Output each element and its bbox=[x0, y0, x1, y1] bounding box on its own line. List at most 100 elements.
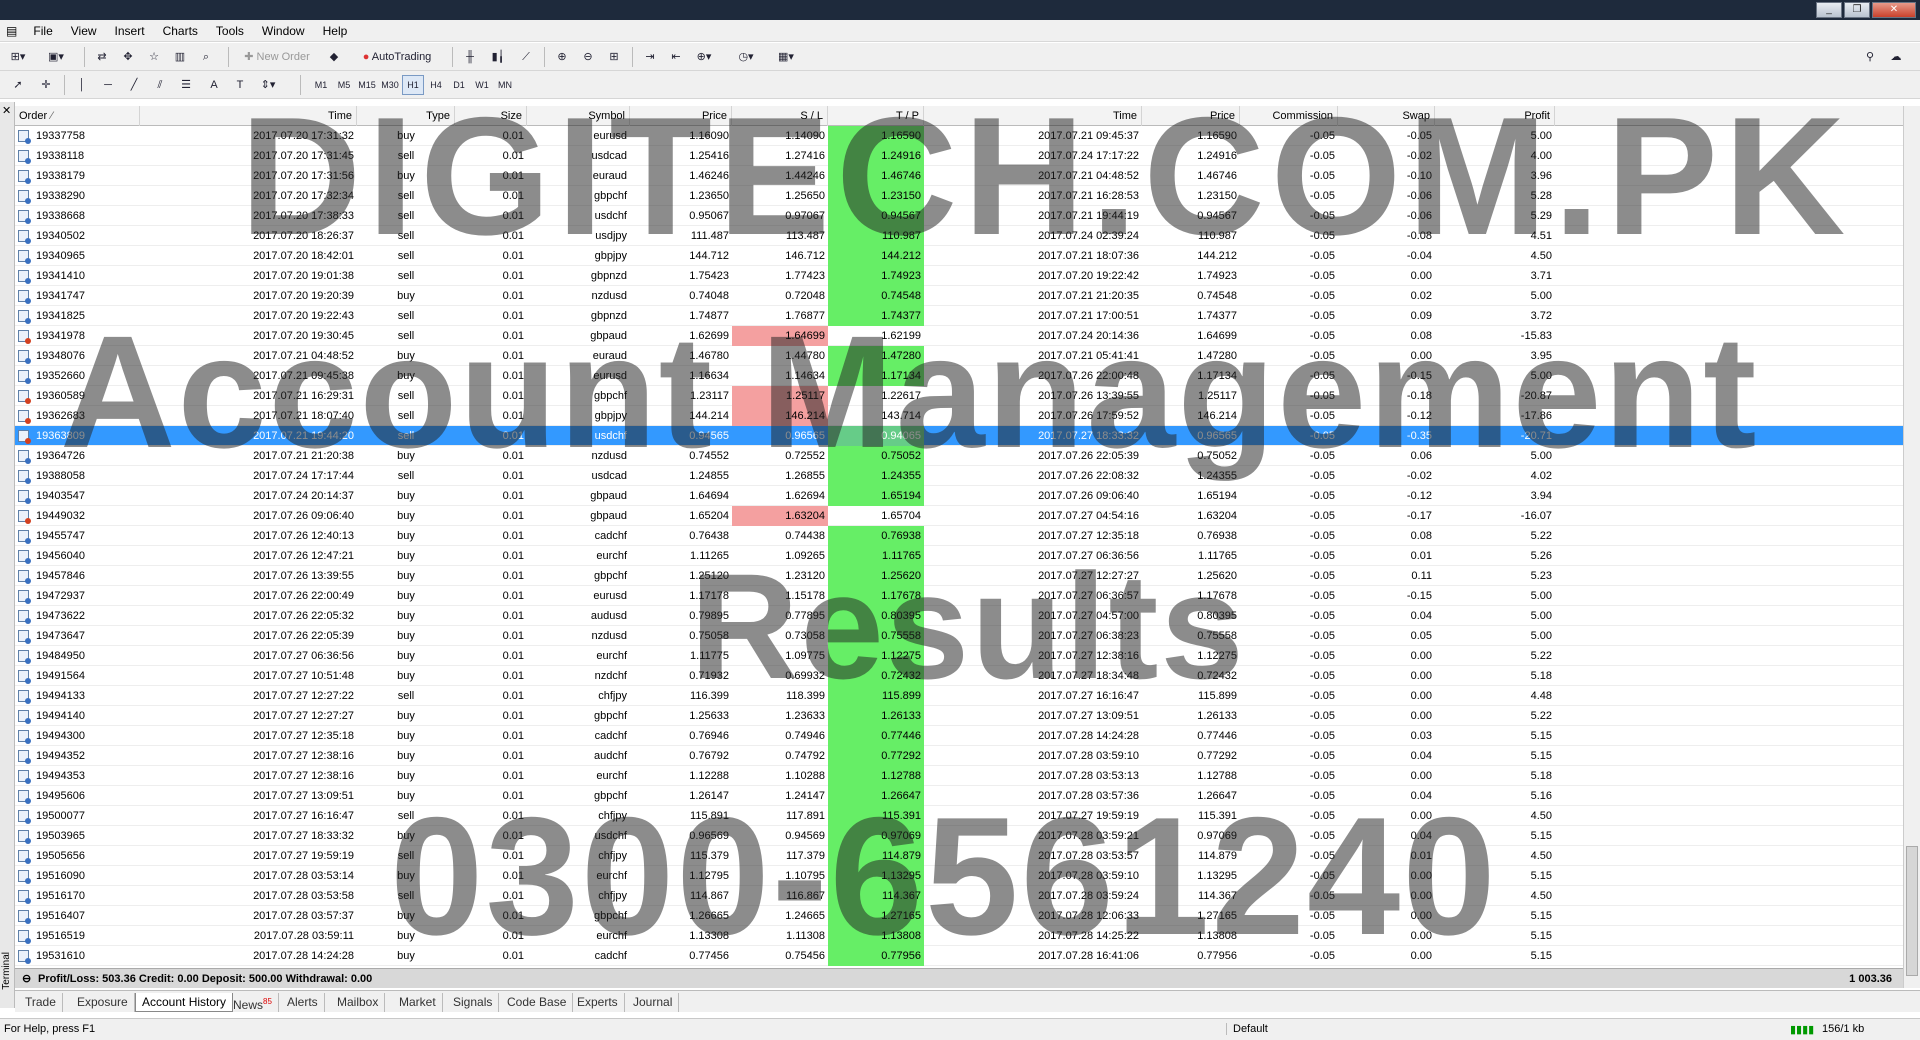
table-row[interactable]: 19494300 2017.07.27 12:35:18 buy 0.01 cadchf… bbox=[15, 726, 1903, 746]
table-row[interactable]: 19473622 2017.07.26 22:05:32 buy 0.01 audusd… bbox=[15, 606, 1903, 626]
tab-journal[interactable]: Journal bbox=[627, 993, 680, 1012]
table-row[interactable]: 19457846 2017.07.26 13:39:55 buy 0.01 gbpchf… bbox=[15, 566, 1903, 586]
tile-windows-icon[interactable]: ⊞ bbox=[604, 47, 624, 67]
table-row[interactable]: 19491564 2017.07.27 10:51:48 buy 0.01 nzdchf… bbox=[15, 666, 1903, 686]
scrollbar-thumb[interactable] bbox=[1906, 846, 1918, 976]
menu-file[interactable]: File bbox=[24, 20, 61, 42]
new-chart-icon[interactable]: ⊞▾ bbox=[8, 47, 28, 67]
vertical-scrollbar[interactable] bbox=[1903, 106, 1920, 988]
candlesticks-icon[interactable]: ▮╽ bbox=[488, 47, 508, 67]
table-row[interactable]: 19388058 2017.07.24 17:17:44 sell 0.01 usdca… bbox=[15, 466, 1903, 486]
menu-window[interactable]: Window bbox=[253, 20, 314, 42]
table-row[interactable]: 19500077 2017.07.27 16:16:47 sell 0.01 chfjp… bbox=[15, 806, 1903, 826]
search-icon[interactable]: ⚲ bbox=[1860, 47, 1880, 67]
timeframe-m30[interactable]: M30 bbox=[379, 75, 401, 95]
menu-charts[interactable]: Charts bbox=[154, 20, 207, 42]
fibonacci-icon[interactable]: ☰ bbox=[176, 75, 196, 95]
column-header-3[interactable]: Size bbox=[455, 106, 527, 126]
close-terminal-icon[interactable]: ✕ bbox=[2, 104, 11, 117]
table-row[interactable]: 19456040 2017.07.26 12:47:21 buy 0.01 eurchf… bbox=[15, 546, 1903, 566]
timeframe-w1[interactable]: W1 bbox=[471, 75, 493, 95]
timeframe-h4[interactable]: H4 bbox=[425, 75, 447, 95]
table-row[interactable]: 19341747 2017.07.20 19:20:39 buy 0.01 nzdusd… bbox=[15, 286, 1903, 306]
tab-signals[interactable]: Signals bbox=[447, 993, 500, 1012]
table-row[interactable]: 19340965 2017.07.20 18:42:01 sell 0.01 gbpjp… bbox=[15, 246, 1903, 266]
table-row[interactable]: 19341825 2017.07.20 19:22:43 sell 0.01 gbpnz… bbox=[15, 306, 1903, 326]
tab-experts[interactable]: Experts bbox=[571, 993, 625, 1012]
table-row[interactable]: 19494352 2017.07.27 12:38:16 buy 0.01 audchf… bbox=[15, 746, 1903, 766]
table-row[interactable]: 19484950 2017.07.27 06:36:56 buy 0.01 eurchf… bbox=[15, 646, 1903, 666]
timeframe-d1[interactable]: D1 bbox=[448, 75, 470, 95]
column-header-0[interactable]: Order bbox=[15, 106, 140, 126]
navigator-icon[interactable]: ☆ bbox=[144, 47, 164, 67]
table-row[interactable]: 19338668 2017.07.20 17:38:33 sell 0.01 usdch… bbox=[15, 206, 1903, 226]
table-row[interactable]: 19363809 2017.07.21 19:44:20 sell 0.01 usdch… bbox=[15, 426, 1903, 446]
table-row[interactable]: 19352660 2017.07.21 09:45:38 buy 0.01 eurusd… bbox=[15, 366, 1903, 386]
table-row[interactable]: 19503965 2017.07.27 18:33:32 buy 0.01 usdchf… bbox=[15, 826, 1903, 846]
profiles-icon[interactable]: ▣▾ bbox=[46, 47, 66, 67]
table-row[interactable]: 19403547 2017.07.24 20:14:37 buy 0.01 gbpaud… bbox=[15, 486, 1903, 506]
column-header-9[interactable]: Price bbox=[1142, 106, 1240, 126]
indicators-icon[interactable]: ⊕▾ bbox=[694, 47, 714, 67]
text-icon[interactable]: A bbox=[204, 75, 224, 95]
arrows-icon[interactable]: ⇕▾ bbox=[258, 75, 278, 95]
table-row[interactable]: 19531610 2017.07.28 14:24:28 buy 0.01 cadchf… bbox=[15, 946, 1903, 966]
table-row[interactable]: 19362683 2017.07.21 18:07:40 sell 0.01 gbpjp… bbox=[15, 406, 1903, 426]
table-row[interactable]: 19455747 2017.07.26 12:40:13 buy 0.01 cadchf… bbox=[15, 526, 1903, 546]
column-header-12[interactable]: Profit bbox=[1435, 106, 1555, 126]
table-row[interactable]: 19449032 2017.07.26 09:06:40 buy 0.01 gbpaud… bbox=[15, 506, 1903, 526]
table-row[interactable]: 19516519 2017.07.28 03:59:11 buy 0.01 eurchf… bbox=[15, 926, 1903, 946]
cursor-icon[interactable]: ➚ bbox=[8, 75, 28, 95]
menu-tools[interactable]: Tools bbox=[207, 20, 253, 42]
table-row[interactable]: 19516170 2017.07.28 03:53:58 sell 0.01 chfjp… bbox=[15, 886, 1903, 906]
templates-icon[interactable]: ▦▾ bbox=[776, 47, 796, 67]
menu-view[interactable]: View bbox=[62, 20, 106, 42]
tab-mailbox[interactable]: Mailbox bbox=[331, 993, 386, 1012]
timeframe-m15[interactable]: M15 bbox=[356, 75, 378, 95]
timeframe-m1[interactable]: M1 bbox=[310, 75, 332, 95]
trendline-icon[interactable]: ╱ bbox=[124, 75, 144, 95]
table-row[interactable]: 19473647 2017.07.26 22:05:39 buy 0.01 nzdusd… bbox=[15, 626, 1903, 646]
periods-icon[interactable]: ◷▾ bbox=[736, 47, 756, 67]
column-header-6[interactable]: S / L bbox=[732, 106, 828, 126]
table-row[interactable]: 19360589 2017.07.21 16:29:31 sell 0.01 gbpch… bbox=[15, 386, 1903, 406]
column-header-7[interactable]: T / P bbox=[828, 106, 924, 126]
menu-insert[interactable]: Insert bbox=[106, 20, 154, 42]
metaeditor-icon[interactable]: ◆ bbox=[324, 47, 344, 67]
auto-scroll-icon[interactable]: ⇥ bbox=[640, 47, 660, 67]
column-header-1[interactable]: Time bbox=[140, 106, 357, 126]
column-header-5[interactable]: Price bbox=[630, 106, 732, 126]
tab-account-history[interactable]: Account History bbox=[135, 993, 234, 1012]
timeframe-h1[interactable]: H1 bbox=[402, 75, 424, 95]
tab-market[interactable]: Market bbox=[393, 993, 443, 1012]
table-row[interactable]: 19340502 2017.07.20 18:26:37 sell 0.01 usdjp… bbox=[15, 226, 1903, 246]
table-row[interactable]: 19516090 2017.07.28 03:53:14 buy 0.01 eurchf… bbox=[15, 866, 1903, 886]
menu-help[interactable]: Help bbox=[314, 20, 357, 42]
vertical-line-icon[interactable]: │ bbox=[72, 75, 92, 95]
column-header-10[interactable]: Commission bbox=[1240, 106, 1338, 126]
line-chart-icon[interactable]: ⟋ bbox=[516, 47, 536, 67]
maximize-button[interactable]: ❐ bbox=[1844, 2, 1870, 18]
chat-icon[interactable]: ☁ bbox=[1886, 47, 1906, 67]
table-row[interactable]: 19338179 2017.07.20 17:31:56 buy 0.01 euraud… bbox=[15, 166, 1903, 186]
bar-chart-icon[interactable]: ╫ bbox=[460, 47, 480, 67]
strategy-tester-icon[interactable]: ⌕ bbox=[196, 47, 216, 67]
market-watch-icon[interactable]: ⇄ bbox=[92, 47, 112, 67]
column-header-2[interactable]: Type bbox=[357, 106, 455, 126]
table-row[interactable]: 19494133 2017.07.27 12:27:22 sell 0.01 chfjp… bbox=[15, 686, 1903, 706]
zoom-in-icon[interactable]: ⊕ bbox=[552, 47, 572, 67]
crosshair-icon[interactable]: ✛ bbox=[36, 75, 56, 95]
column-header-11[interactable]: Swap bbox=[1338, 106, 1435, 126]
table-row[interactable]: 19364726 2017.07.21 21:20:38 buy 0.01 nzdusd… bbox=[15, 446, 1903, 466]
terminal-icon[interactable]: ▥ bbox=[170, 47, 190, 67]
table-row[interactable]: 19495606 2017.07.27 13:09:51 buy 0.01 gbpchf… bbox=[15, 786, 1903, 806]
tab-code-base[interactable]: Code Base bbox=[501, 993, 574, 1012]
zoom-out-icon[interactable]: ⊖ bbox=[578, 47, 598, 67]
table-row[interactable]: 19338290 2017.07.20 17:32:34 sell 0.01 gbpch… bbox=[15, 186, 1903, 206]
chart-shift-icon[interactable]: ⇤ bbox=[666, 47, 686, 67]
equidistant-channel-icon[interactable]: ⫽ bbox=[150, 75, 170, 95]
table-row[interactable]: 19516407 2017.07.28 03:57:37 buy 0.01 gbpchf… bbox=[15, 906, 1903, 926]
table-row[interactable]: 19348076 2017.07.21 04:48:52 buy 0.01 euraud… bbox=[15, 346, 1903, 366]
new-order-button[interactable]: ✚ New Order bbox=[236, 47, 318, 67]
column-header-8[interactable]: Time bbox=[924, 106, 1142, 126]
